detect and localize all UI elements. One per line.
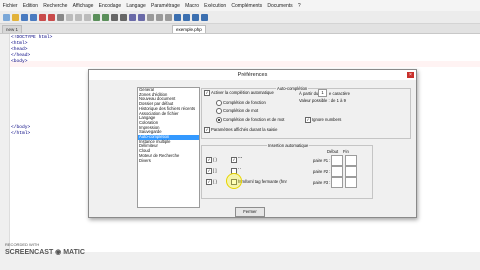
code-line: </head>	[11, 53, 31, 58]
code-line: </body>	[11, 125, 31, 130]
stop-macro-icon[interactable]	[183, 13, 190, 21]
menu-item[interactable]: Langage	[124, 3, 149, 9]
open-folder-icon[interactable]	[12, 13, 19, 21]
menu-item[interactable]: Affichage	[70, 3, 96, 9]
close-button[interactable]: Fermer	[235, 207, 265, 217]
col-end-header: Fin	[343, 149, 349, 154]
copy-icon[interactable]	[75, 13, 82, 21]
preferences-dialog: Préférences × Général Zones d'édition Nouv…	[88, 69, 417, 218]
double-quote-label: " "	[238, 156, 243, 161]
pair3-label: paire #3 :	[313, 180, 331, 185]
zoom-out-icon[interactable]	[138, 13, 145, 21]
menu-item[interactable]: Exécution	[202, 3, 229, 9]
dialog-title: Préférences	[89, 70, 416, 80]
menu-item[interactable]: Macro	[182, 3, 201, 9]
from-value-input[interactable]: 1	[318, 89, 327, 97]
cut-icon[interactable]	[66, 13, 73, 21]
params-hint-label: Paramètres affichés durant la saisie	[211, 127, 278, 132]
code-line: <head>	[11, 47, 28, 52]
bracket-checkbox[interactable]: ✓	[206, 168, 212, 174]
menu-item[interactable]: Paramétrage	[148, 3, 182, 9]
pair2-start-input[interactable]	[331, 166, 343, 177]
menu-item[interactable]: ?	[295, 3, 303, 9]
watermark-big: SCREENCAST ◉ MATIC	[5, 249, 85, 256]
radio-word-completion[interactable]	[216, 108, 222, 114]
current-line-highlight	[10, 61, 480, 67]
pair1-start-input[interactable]	[331, 155, 343, 166]
record-macro-icon[interactable]	[174, 13, 181, 21]
radio-both-label: Complétion de fonction et de mot	[223, 117, 285, 122]
bracket-label: [ ]	[213, 168, 217, 173]
save-icon[interactable]	[21, 13, 28, 21]
menu-item[interactable]: Documents	[265, 3, 295, 9]
sync-icon[interactable]	[147, 13, 154, 21]
pair1-label: paire #1 :	[313, 158, 331, 163]
pair1-end-input[interactable]	[345, 155, 357, 166]
menu-item[interactable]: Recherche	[41, 3, 70, 9]
radio-function-completion[interactable]	[216, 100, 222, 106]
valid-range-hint: Valeur possible : de 1 à 9	[299, 98, 346, 103]
code-line: </html>	[11, 131, 31, 136]
toolbar	[0, 11, 480, 24]
print-icon[interactable]	[57, 13, 64, 21]
close-all-icon[interactable]	[48, 13, 55, 21]
screencast-watermark: RECORDED WITH SCREENCAST ◉ MATIC	[5, 242, 85, 256]
pair2-label: paire #2 :	[313, 169, 331, 174]
menu-item[interactable]: Edition	[20, 3, 40, 9]
brace-label: { }	[213, 179, 217, 184]
zoom-in-icon[interactable]	[129, 13, 136, 21]
enable-autocomplete-label: Activer la complétion automatique	[211, 90, 274, 95]
menu-item[interactable]: Compléments	[229, 3, 265, 9]
tab-label: exemple.php	[176, 27, 202, 32]
tab-new-1[interactable]: new 1	[2, 25, 23, 33]
close-icon[interactable]: ×	[407, 72, 414, 78]
html-tag-label: html/xml tag fermante (fmr	[238, 179, 287, 184]
undo-icon[interactable]	[93, 13, 100, 21]
from-suffix: e caractère	[329, 91, 350, 96]
double-quote-checkbox[interactable]: ✓	[231, 157, 237, 163]
category-item[interactable]: Divers	[138, 158, 199, 164]
paren-label: ( )	[213, 157, 217, 162]
new-file-icon[interactable]	[3, 13, 10, 21]
replace-icon[interactable]	[120, 13, 127, 21]
mouse-cursor-highlight	[226, 173, 242, 189]
pair2-end-input[interactable]	[345, 166, 357, 177]
code-line: <html>	[11, 41, 28, 46]
brace-checkbox[interactable]: ✓	[206, 179, 212, 185]
paren-checkbox[interactable]: ✓	[206, 157, 212, 163]
ignore-numbers-label: Ignore numbers	[312, 117, 342, 122]
code-line: <!DOCTYPE html>	[11, 35, 53, 40]
find-icon[interactable]	[111, 13, 118, 21]
wrap-icon[interactable]	[156, 13, 163, 21]
single-quote-label: ' '	[238, 167, 241, 172]
pair3-start-input[interactable]	[331, 177, 343, 188]
from-label: À partir du	[299, 91, 319, 96]
ignore-numbers-checkbox[interactable]: ✓	[305, 117, 311, 123]
tab-exemple-php[interactable]: exemple.php	[172, 25, 206, 33]
save-all-icon[interactable]	[30, 13, 37, 21]
menu-item[interactable]: Fichier	[0, 3, 20, 9]
category-list[interactable]: Général Zones d'édition Nouveau document Do…	[137, 87, 200, 208]
close-file-icon[interactable]	[39, 13, 46, 21]
col-start-header: Début	[327, 149, 339, 154]
radio-function-label: Complétion de fonction	[223, 100, 266, 105]
tab-label: new 1	[6, 27, 19, 32]
play-macro-icon[interactable]	[192, 13, 199, 21]
radio-word-label: Complétion de mot	[223, 108, 259, 113]
paste-icon[interactable]	[84, 13, 91, 21]
radio-function-and-word[interactable]	[216, 117, 222, 123]
pair3-end-input[interactable]	[345, 177, 357, 188]
params-hint-checkbox[interactable]: ✓	[204, 127, 210, 133]
enable-autocomplete-checkbox[interactable]: ✓	[204, 90, 210, 96]
line-number-gutter	[0, 34, 10, 252]
tab-bar: new 1 exemple.php	[0, 24, 480, 34]
indent-guide-icon[interactable]	[165, 13, 172, 21]
watermark-small: RECORDED WITH	[5, 242, 40, 247]
code-line: <body>	[11, 59, 28, 64]
menu-bar: Fichier Edition Recherche Affichage Encodage…	[0, 0, 480, 11]
menu-item[interactable]: Encodage	[96, 3, 124, 9]
auto-insert-legend: Insertion automatique	[267, 143, 310, 148]
save-macro-icon[interactable]	[201, 13, 208, 21]
redo-icon[interactable]	[102, 13, 109, 21]
